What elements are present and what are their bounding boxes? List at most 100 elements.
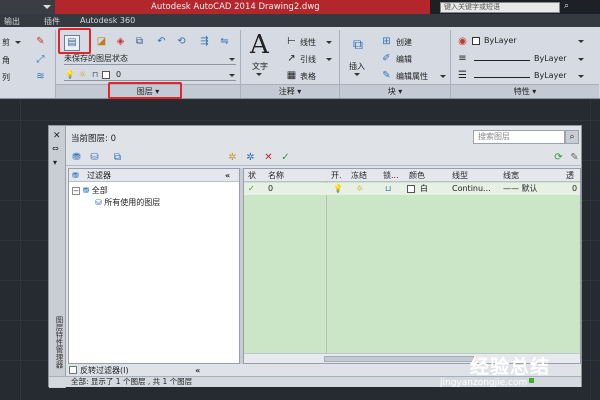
scale-icon[interactable]: ⤢ (34, 53, 47, 66)
col-lock[interactable]: 锁... (383, 169, 399, 182)
settings-wrench-icon[interactable]: ✎ (568, 151, 581, 164)
layer-name[interactable]: 0 (268, 183, 273, 195)
linetype-icon[interactable]: ☰ (456, 69, 469, 82)
close-icon[interactable]: ✕ (53, 131, 61, 141)
layer-delete-icon[interactable]: ⇋ (218, 35, 231, 48)
edit-block-label[interactable]: 编辑 (396, 54, 412, 65)
leader-label[interactable]: 引线 (300, 54, 316, 65)
table-row[interactable]: ✓ 0 💡 ☼ ⊔ 白 Continu... —— 默认 0 (244, 183, 580, 195)
properties-panel-footer[interactable]: 特性 ▾ (451, 84, 599, 98)
edit-block-icon[interactable]: ✐ (380, 52, 393, 65)
layer-states-manager-icon[interactable]: ⧉ (111, 151, 124, 164)
watermark-brand: 经验总结 (470, 356, 551, 378)
edit-attribute-label[interactable]: 编辑属性 (396, 71, 428, 82)
offset-icon[interactable]: ≋ (34, 70, 47, 83)
layer-match-icon[interactable]: ⧉ (133, 35, 146, 48)
bylayer-lineweight[interactable]: ByLayer (534, 54, 567, 63)
checkbox-box[interactable] (69, 366, 77, 374)
modify-label-fillet[interactable]: 角 (2, 55, 10, 66)
insert-button-label[interactable]: 插入 (349, 61, 365, 72)
erase-icon[interactable]: ✎ (34, 35, 47, 48)
help-search-input[interactable]: 键入关键字或短语 (440, 2, 560, 13)
autohide-icon[interactable]: ⇔ (52, 144, 59, 153)
block-panel-footer[interactable]: 块 ▾ (340, 84, 450, 98)
filter-tree-header: ⛃ 过滤器 « (69, 169, 239, 182)
modify-label-trim[interactable]: 剪 (2, 37, 10, 48)
layer-properties-manager: ✕ ⇔ ▾ 图层特性管理器 当前图层: 0 搜索图层 ⌕ ⛃ ⛁ ⧉ ✲ ✲ ✕… (48, 125, 582, 388)
quick-access-dropdown-icon[interactable] (43, 5, 51, 9)
leader-icon[interactable]: ↗ (285, 52, 298, 65)
set-current-icon[interactable]: ✓ (279, 151, 292, 164)
tab-plugins[interactable]: 插件 (44, 16, 60, 27)
new-group-filter-icon[interactable]: ⛁ (88, 151, 101, 164)
tab-autodesk-360[interactable]: Autodesk 360 (80, 16, 135, 25)
insert-block-icon[interactable]: ⧉ (349, 38, 367, 57)
layer-list-pane: 状 名称 开. 冻结 锁... 颜色 线型 线宽 透 ✓ 0 💡 ☼ ⊔ 白 C… (243, 168, 581, 364)
layer-search-input[interactable]: 搜索图层 (473, 130, 565, 144)
text-icon[interactable]: A (250, 30, 269, 60)
layer-previous-icon[interactable]: ↶ (155, 35, 168, 48)
collapse-pane-icon[interactable]: « (225, 169, 230, 182)
refresh-icon[interactable]: ⟳ (552, 151, 565, 164)
new-layer-vp-frozen-icon[interactable]: ✲ (244, 151, 257, 164)
create-block-label[interactable]: 创建 (396, 37, 412, 48)
palette-title-strip[interactable]: ✕ ⇔ ▾ 图层特性管理器 (49, 126, 66, 388)
tree-collapse-icon[interactable]: − (72, 187, 80, 195)
collapse-tree-icon[interactable]: « (195, 366, 200, 375)
thaw-sun-icon[interactable]: ☼ (356, 183, 363, 195)
layer-state-icon[interactable]: ◪ (95, 35, 108, 48)
sun-icon: ☼ (79, 70, 87, 79)
search-icon[interactable]: ⌕ (565, 130, 579, 144)
create-block-icon[interactable]: ⊞ (380, 35, 393, 48)
lineweight-icon[interactable]: ≡ (456, 52, 469, 65)
col-color[interactable]: 颜色 (409, 169, 425, 182)
invert-filter-checkbox[interactable]: 反转过滤器(I) « (69, 366, 200, 376)
layer-color-swatch[interactable] (407, 185, 415, 193)
color-wheel-icon[interactable]: ◉ (456, 35, 469, 48)
table-icon[interactable]: ▦ (285, 69, 298, 82)
linetype-sample (474, 77, 530, 78)
linear-dim-label[interactable]: 线性 (300, 37, 316, 48)
col-freeze[interactable]: 冻结 (351, 169, 367, 182)
annotation-panel-label: 注释 (278, 87, 295, 96)
bylayer-color[interactable]: ByLayer (484, 36, 517, 45)
delete-layer-icon[interactable]: ✕ (262, 151, 275, 164)
edit-attribute-icon[interactable]: ✎ (380, 69, 393, 82)
col-on[interactable]: 开. (331, 169, 342, 182)
current-layer-combo[interactable]: 💡 ☼ ⊓ 0 (64, 69, 236, 81)
col-status[interactable]: 状 (248, 169, 256, 182)
tree-node-used[interactable]: ⛁ 所有使用的图层 (95, 197, 160, 208)
tab-output[interactable]: 输出 (4, 16, 20, 27)
table-label[interactable]: 表格 (300, 71, 316, 82)
layer-linetype[interactable]: Continu... (452, 183, 491, 195)
layer-lineweight[interactable]: —— 默认 (503, 183, 538, 195)
tree-node-all[interactable]: − ⛃ 全部 (72, 185, 108, 196)
col-name[interactable]: 名称 (268, 169, 284, 182)
col-transparency[interactable]: 透 (566, 169, 574, 182)
modify-label-array[interactable]: 列 (2, 72, 10, 83)
col-lineweight[interactable]: 线宽 (503, 169, 519, 182)
filter-icon: ⛃ (72, 171, 79, 180)
layer-state-combo[interactable]: 未保存的图层状态 (64, 53, 236, 65)
quick-access-toolbar[interactable] (0, 0, 55, 14)
layer-isolate-icon[interactable]: ◈ (114, 35, 127, 48)
layer-color-name[interactable]: 白 (420, 183, 428, 195)
linear-dimension-icon[interactable]: ⊢ (285, 35, 298, 48)
unlock-icon[interactable]: ⊔ (385, 183, 391, 195)
col-linetype[interactable]: 线型 (452, 169, 468, 182)
layer-transparency[interactable]: 0 (572, 183, 577, 195)
binoculars-icon[interactable]: ⌕ (564, 1, 576, 13)
new-layer-icon[interactable]: ✲ (226, 151, 239, 164)
on-lightbulb-icon[interactable]: 💡 (333, 183, 343, 195)
new-property-filter-icon[interactable]: ⛃ (70, 151, 83, 164)
layer-walk-icon[interactable]: ⟲ (175, 35, 188, 48)
palette-properties-icon[interactable]: ▾ (53, 158, 57, 167)
layer-merge-icon[interactable]: ⇶ (198, 35, 211, 48)
all-layers-icon: ⛃ (82, 186, 90, 195)
scrollbar-thumb[interactable] (324, 356, 474, 362)
annotation-panel-footer[interactable]: 注释 ▾ (241, 84, 339, 98)
text-button-label[interactable]: 文字 (252, 61, 268, 72)
filter-tree-pane: ⛃ 过滤器 « − ⛃ 全部 ⛁ 所有使用的图层 (68, 168, 240, 364)
bylayer-linetype[interactable]: ByLayer (534, 71, 567, 80)
current-check-icon: ✓ (248, 184, 255, 193)
